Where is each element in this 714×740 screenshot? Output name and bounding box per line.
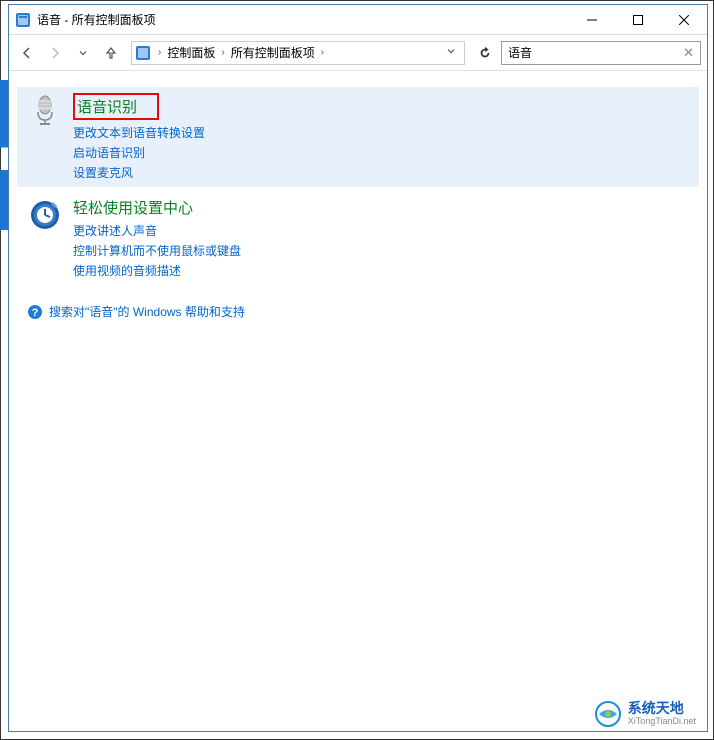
window-controls xyxy=(569,5,707,34)
ease-clock-icon xyxy=(27,197,63,233)
clear-search-icon[interactable]: ✕ xyxy=(683,45,694,61)
chevron-right-icon: › xyxy=(219,47,226,58)
refresh-button[interactable] xyxy=(473,41,497,65)
group-link[interactable]: 设置麦克风 xyxy=(73,164,689,181)
microphone-icon xyxy=(27,93,63,129)
help-link[interactable]: 搜索对"语音"的 Windows 帮助和支持 xyxy=(49,303,245,320)
search-box[interactable]: ✕ xyxy=(501,41,701,65)
group-link[interactable]: 使用视频的音频描述 xyxy=(73,262,689,279)
group-title-ease-of-access[interactable]: 轻松使用设置中心 xyxy=(73,197,193,218)
chevron-right-icon: › xyxy=(319,47,326,58)
forward-button[interactable] xyxy=(43,41,67,65)
group-title-speech-recognition[interactable]: 语音识别 xyxy=(73,93,159,120)
help-row: ? 搜索对"语音"的 Windows 帮助和支持 xyxy=(27,303,699,320)
group-link[interactable]: 启动语音识别 xyxy=(73,144,689,161)
content-area: 语音识别更改文本到语音转换设置启动语音识别设置麦克风轻松使用设置中心更改讲述人声… xyxy=(9,71,707,731)
watermark-cn: 系统天地 xyxy=(628,701,696,716)
toolbar: › 控制面板 › 所有控制面板项 › ✕ xyxy=(9,35,707,71)
back-button[interactable] xyxy=(15,41,39,65)
minimize-button[interactable] xyxy=(569,5,615,35)
window-title: 语音 - 所有控制面板项 xyxy=(37,11,569,28)
search-input[interactable] xyxy=(508,46,683,60)
watermark-logo-icon xyxy=(594,700,622,728)
address-bar[interactable]: › 控制面板 › 所有控制面板项 › xyxy=(131,41,465,65)
up-button[interactable] xyxy=(99,41,123,65)
breadcrumb-control-panel[interactable]: 控制面板 xyxy=(163,44,219,61)
group-link[interactable]: 控制计算机而不使用鼠标或键盘 xyxy=(73,242,689,259)
result-group-speech-recognition: 语音识别更改文本到语音转换设置启动语音识别设置麦克风 xyxy=(17,87,699,187)
maximize-button[interactable] xyxy=(615,5,661,35)
watermark: 系统天地 XiTongTianDi.net xyxy=(594,700,696,728)
titlebar: 语音 - 所有控制面板项 xyxy=(9,5,707,35)
app-icon xyxy=(15,12,31,28)
chevron-right-icon: › xyxy=(156,47,163,58)
address-dropdown[interactable] xyxy=(440,46,462,59)
window-frame: 语音 - 所有控制面板项 xyxy=(8,4,708,732)
control-panel-icon xyxy=(134,44,152,62)
help-icon: ? xyxy=(27,304,43,320)
watermark-en: XiTongTianDi.net xyxy=(628,717,696,727)
close-button[interactable] xyxy=(661,5,707,35)
breadcrumb-all-items[interactable]: 所有控制面板项 xyxy=(227,44,319,61)
recent-dropdown[interactable] xyxy=(71,41,95,65)
group-link[interactable]: 更改文本到语音转换设置 xyxy=(73,124,689,141)
group-link[interactable]: 更改讲述人声音 xyxy=(73,222,689,239)
svg-text:?: ? xyxy=(32,307,39,319)
result-group-ease-of-access: 轻松使用设置中心更改讲述人声音控制计算机而不使用鼠标或键盘使用视频的音频描述 xyxy=(17,191,699,285)
